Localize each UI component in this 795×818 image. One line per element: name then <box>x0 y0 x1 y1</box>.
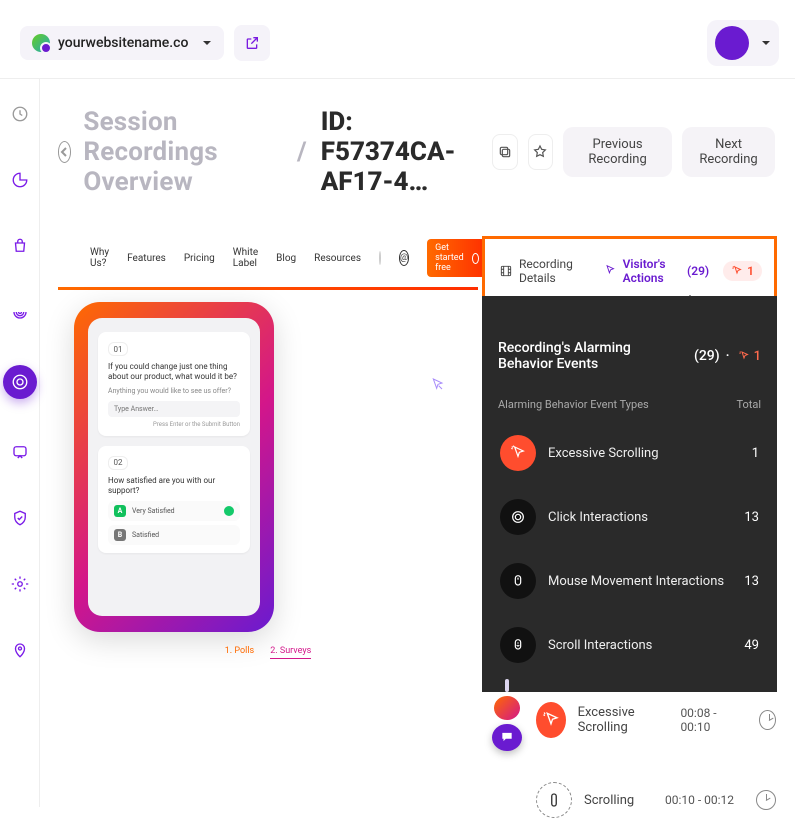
preview-tab[interactable]: 2. Surveys <box>270 646 311 659</box>
account-menu[interactable] <box>707 20 779 66</box>
popover-row[interactable]: Scroll Interactions49 <box>498 613 761 677</box>
rail-analytics[interactable] <box>7 167 33 193</box>
site-name: yourwebsitename.co <box>58 35 188 51</box>
back-button[interactable] <box>58 141 71 163</box>
site-preview: Why Us? Features Pricing White Label Blo… <box>58 233 478 659</box>
preview-nav-item[interactable]: Blog <box>276 253 296 264</box>
breadcrumb-title[interactable]: Session Recordings Overview <box>83 107 283 197</box>
rail-shop[interactable] <box>7 233 33 259</box>
rail-recordings[interactable] <box>3 365 37 399</box>
site-logo-icon <box>32 34 50 52</box>
prev-recording-button[interactable]: Previous Recording <box>563 127 672 177</box>
breadcrumb-id: ID: F57374CA-AF17-4… <box>321 107 481 197</box>
preview-nav-item[interactable]: Resources <box>314 253 361 264</box>
click-icon <box>500 499 536 535</box>
open-external-button[interactable] <box>234 25 270 61</box>
film-icon <box>499 264 513 278</box>
at-icon[interactable]: @ <box>399 250 409 266</box>
star-button[interactable] <box>528 134 553 170</box>
next-recording-button[interactable]: Next Recording <box>682 127 775 177</box>
excessive-scroll-icon <box>500 435 536 471</box>
preview-nav: Why Us? Features Pricing White Label Blo… <box>58 233 478 287</box>
poll-card-2: 02 How satisfied are you with our suppor… <box>98 446 250 553</box>
cursor-click-icon <box>603 264 617 278</box>
copy-button[interactable] <box>492 134 517 170</box>
preview-nav-item[interactable]: Features <box>127 253 166 264</box>
preview-tab[interactable]: 1. Polls <box>225 646 254 659</box>
divider <box>58 287 478 290</box>
flag-icon[interactable] <box>379 251 381 265</box>
preview-cta[interactable]: Get started free <box>427 239 487 277</box>
playback-scrubber[interactable] <box>492 679 522 751</box>
scrubber-knob[interactable] <box>494 696 520 720</box>
site-selector[interactable]: yourwebsitename.co <box>20 26 224 60</box>
timeline-row[interactable]: Scrolling 00:10 - 00:12 <box>536 782 776 818</box>
preview-nav-item[interactable]: Why Us? <box>90 247 109 269</box>
device-frame: 01 If you could change just one thing ab… <box>74 302 274 632</box>
poll-option[interactable]: AVery Satisfied <box>108 501 240 521</box>
preview-tabs: 1. Polls 2. Surveys <box>58 646 478 659</box>
poll-input[interactable] <box>108 401 240 417</box>
chevron-down-icon <box>202 38 212 48</box>
chevron-down-icon <box>761 38 771 48</box>
scroll-icon <box>536 782 572 818</box>
poll-option[interactable]: BSatisfied <box>108 525 240 545</box>
rail-chat[interactable] <box>7 439 33 465</box>
rail-settings[interactable] <box>7 571 33 597</box>
preview-nav-item[interactable]: White Label <box>233 247 258 269</box>
timeline-row[interactable]: Excessive Scrolling 00:08 - 00:10 <box>536 702 776 738</box>
tab-visitor-actions[interactable]: Visitor's Actions (29) <box>603 257 710 285</box>
rail-dashboard[interactable] <box>7 101 33 127</box>
popover-row[interactable]: Click Interactions13 <box>498 485 761 549</box>
cursor-icon <box>430 377 446 393</box>
tab-recording-details[interactable]: Recording Details <box>499 257 589 285</box>
rail-location[interactable] <box>7 637 33 663</box>
breadcrumb: Session Recordings Overview / ID: F57374… <box>58 107 775 197</box>
clock-icon <box>759 710 776 730</box>
alarming-events-popover: Recording's Alarming Behavior Events(29)… <box>482 296 777 692</box>
avatar-icon <box>715 26 749 60</box>
alarm-indicator[interactable]: 1 <box>723 261 762 281</box>
popover-title: Recording's Alarming Behavior Events(29)… <box>498 340 761 372</box>
chat-fab[interactable] <box>492 724 522 751</box>
scroll-interactions-icon <box>500 627 536 663</box>
popover-row[interactable]: Excessive Scrolling1 <box>498 421 761 485</box>
top-bar: yourwebsitename.co <box>0 0 795 78</box>
popover-row[interactable]: Mouse Movement Interactions13 <box>498 549 761 613</box>
left-rail <box>0 79 40 807</box>
rail-heatmap[interactable] <box>7 299 33 325</box>
poll-card-1: 01 If you could change just one thing ab… <box>98 332 250 436</box>
preview-nav-item[interactable]: Pricing <box>184 253 215 264</box>
rail-privacy[interactable] <box>7 505 33 531</box>
clock-icon <box>756 790 776 810</box>
excessive-scroll-icon <box>536 702 566 738</box>
mouse-move-icon <box>500 563 536 599</box>
